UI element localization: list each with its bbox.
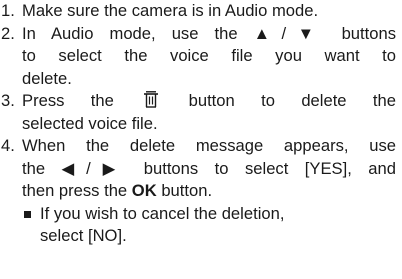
step-4-line-1: When the delete message appears, use xyxy=(22,136,396,155)
step-4-text-pre: then press the xyxy=(22,181,128,200)
step-4-text-post: button. xyxy=(161,181,213,200)
step-2-line-3: delete. xyxy=(22,68,72,88)
step-3-text-before-icon: Press the xyxy=(22,91,114,110)
step-number: 3. xyxy=(1,91,15,110)
step-number: 2. xyxy=(1,23,15,43)
step-2-line-1: In Audio mode, use the ▲/▼ buttons xyxy=(22,23,396,43)
step-4-line-3: then press the OK button. xyxy=(22,180,402,203)
step-1: 1. Make sure the camera is in Audio mode… xyxy=(0,0,402,23)
step-number: 4. xyxy=(1,136,15,155)
cancel-note-line-1: If you wish to cancel the deletion, xyxy=(40,203,285,223)
step-2: 2. In Audio mode, use the ▲/▼ buttons to… xyxy=(0,23,402,91)
step-1-text: Make sure the camera is in Audio mode. xyxy=(22,1,319,20)
instructions-document: 1. Make sure the camera is in Audio mode… xyxy=(0,0,402,248)
bullet-square-icon xyxy=(24,210,31,218)
trash-icon xyxy=(144,91,159,108)
step-4-line-2: the ◀/▶ buttons to select [YES], and xyxy=(22,158,396,178)
step-2-line-2: to select the voice file you want to xyxy=(22,46,396,65)
step-4: 4. When the delete message appears, use … xyxy=(0,135,402,203)
cancel-note-line-2: select [NO]. xyxy=(40,226,127,245)
step-3-line-1: Press the button to delete the xyxy=(22,90,396,113)
cancel-note: If you wish to cancel the deletion, sele… xyxy=(0,203,402,248)
ok-button-label: OK xyxy=(131,181,157,200)
step-number: 1. xyxy=(1,1,15,20)
step-3-line-2: selected voice file. xyxy=(22,113,158,133)
step-3-text-after-icon: button to delete the xyxy=(188,91,396,110)
step-3: 3. Press the button to delete the select… xyxy=(0,90,402,135)
